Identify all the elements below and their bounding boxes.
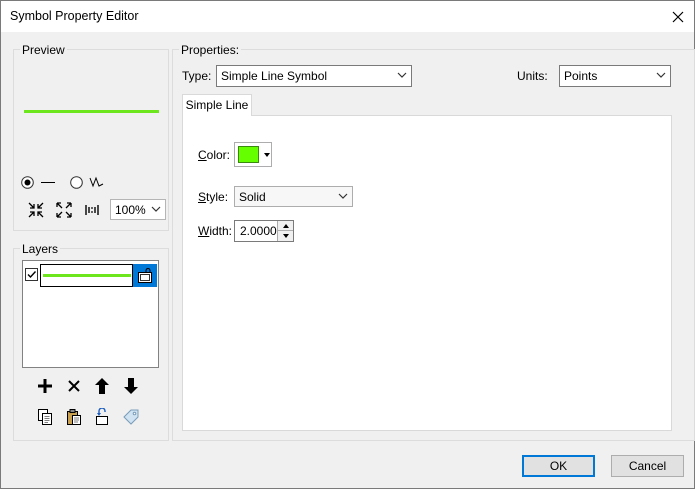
width-spin-down[interactable] (277, 231, 293, 241)
tab-simple-line[interactable]: Simple Line (182, 94, 252, 116)
add-layer-button[interactable] (35, 376, 55, 396)
layers-label: Layers (20, 242, 61, 256)
units-select[interactable]: Points (559, 65, 671, 87)
spin-down-icon (283, 234, 289, 238)
zigzag-icon (89, 176, 104, 188)
tab-simple-line-label: Simple Line (185, 98, 249, 112)
zoom-out-button[interactable] (54, 200, 74, 220)
delete-x-icon (68, 380, 80, 392)
layer-visibility-checkbox[interactable] (25, 268, 38, 281)
checkmark-icon (27, 271, 37, 279)
properties-label: Properties: (179, 43, 242, 57)
title-bar: Symbol Property Editor (1, 1, 694, 32)
copy-icon (38, 409, 52, 425)
color-picker-button[interactable] (234, 142, 272, 167)
arrow-down-icon (124, 378, 138, 394)
actual-size-button[interactable] (82, 200, 102, 220)
chevron-down-icon (151, 206, 161, 212)
chevron-down-icon (397, 72, 407, 78)
layer-lock-button[interactable] (133, 264, 157, 287)
move-layer-down-button[interactable] (121, 376, 141, 396)
layer-line-sample (43, 274, 131, 277)
actual-size-icon (85, 205, 99, 215)
straight-line-icon (41, 182, 55, 183)
chevron-down-icon (338, 193, 348, 199)
units-value: Points (564, 69, 598, 83)
caret-down-icon (264, 153, 270, 157)
zoom-value: 100% (115, 203, 146, 217)
cancel-button[interactable]: Cancel (611, 455, 684, 477)
style-label: Style: (198, 190, 229, 204)
reset-layer-button[interactable] (92, 407, 112, 427)
copy-layer-button[interactable] (35, 407, 55, 427)
close-icon (672, 11, 683, 22)
spin-up-icon (283, 224, 289, 228)
type-select[interactable]: Simple Line Symbol (216, 65, 412, 87)
color-label: Color: (198, 148, 231, 162)
chevron-down-icon (656, 72, 666, 78)
width-spin-up[interactable] (277, 221, 293, 231)
expand-arrows-icon (56, 202, 72, 218)
paste-icon (67, 409, 81, 425)
zoom-select[interactable]: 100% (110, 199, 166, 220)
radio-zigzag-preview[interactable] (70, 176, 83, 189)
zoom-in-arrows-icon (28, 202, 44, 218)
ok-button[interactable]: OK (522, 455, 595, 477)
preview-label: Preview (20, 43, 67, 57)
plus-icon (38, 379, 52, 393)
preview-line-sample (24, 110, 159, 113)
lock-icon (138, 267, 152, 283)
move-layer-up-button[interactable] (92, 376, 112, 396)
window-title: Symbol Property Editor (10, 9, 139, 23)
fit-to-frame-button[interactable] (26, 200, 46, 220)
symbol-property-editor-window: Symbol Property Editor Preview 100% Laye… (0, 0, 695, 489)
style-value: Solid (239, 190, 266, 204)
layer-tag-button[interactable] (121, 407, 141, 427)
type-value: Simple Line Symbol (221, 69, 328, 83)
arrow-up-icon (95, 378, 109, 394)
type-label: Type: (182, 69, 212, 83)
style-select[interactable]: Solid (234, 186, 353, 207)
remove-layer-button[interactable] (64, 376, 84, 396)
close-button[interactable] (661, 2, 694, 31)
layer-symbol-swatch (40, 264, 133, 287)
width-label: Width: (198, 224, 233, 238)
radio-line-preview[interactable] (21, 176, 34, 189)
color-swatch (238, 146, 259, 163)
layer-row[interactable] (23, 264, 157, 287)
tag-icon (123, 409, 139, 425)
undo-box-icon (96, 408, 108, 425)
width-value: 2.0000 (240, 224, 277, 238)
paste-layer-button[interactable] (64, 407, 84, 427)
units-label: Units: (517, 69, 548, 83)
